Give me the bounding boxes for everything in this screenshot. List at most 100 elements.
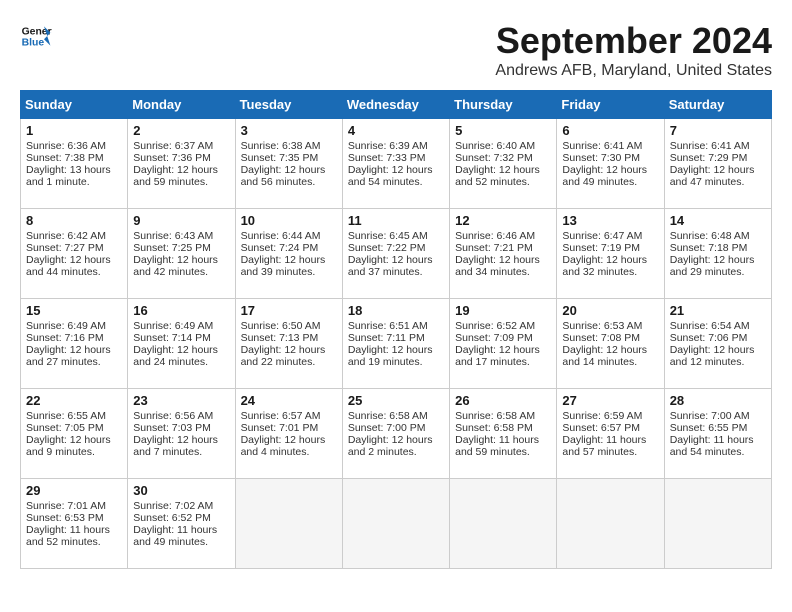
sunset: Sunset: 7:16 PM (26, 332, 104, 344)
empty-cell (235, 479, 342, 569)
sunrise: Sunrise: 6:45 AM (348, 230, 428, 242)
daylight: Daylight: 12 hours and 34 minutes. (455, 254, 540, 278)
daylight: Daylight: 12 hours and 4 minutes. (241, 434, 326, 458)
sunrise: Sunrise: 6:39 AM (348, 140, 428, 152)
day-cell-24: 24Sunrise: 6:57 AMSunset: 7:01 PMDayligh… (235, 389, 342, 479)
daylight: Daylight: 11 hours and 52 minutes. (26, 524, 110, 548)
sunrise: Sunrise: 6:50 AM (241, 320, 321, 332)
empty-cell (664, 479, 771, 569)
day-cell-12: 12Sunrise: 6:46 AMSunset: 7:21 PMDayligh… (450, 209, 557, 299)
sunset: Sunset: 7:22 PM (348, 242, 426, 254)
day-number: 25 (348, 393, 444, 408)
daylight: Daylight: 12 hours and 54 minutes. (348, 164, 433, 188)
day-cell-14: 14Sunrise: 6:48 AMSunset: 7:18 PMDayligh… (664, 209, 771, 299)
day-cell-7: 7Sunrise: 6:41 AMSunset: 7:29 PMDaylight… (664, 119, 771, 209)
day-number: 20 (562, 303, 658, 318)
week-row-3: 15Sunrise: 6:49 AMSunset: 7:16 PMDayligh… (21, 299, 772, 389)
day-cell-5: 5Sunrise: 6:40 AMSunset: 7:32 PMDaylight… (450, 119, 557, 209)
sunset: Sunset: 7:25 PM (133, 242, 211, 254)
sunset: Sunset: 7:35 PM (241, 152, 319, 164)
day-cell-30: 30Sunrise: 7:02 AMSunset: 6:52 PMDayligh… (128, 479, 235, 569)
sunset: Sunset: 7:05 PM (26, 422, 104, 434)
sunrise: Sunrise: 6:55 AM (26, 410, 106, 422)
day-header-saturday: Saturday (664, 91, 771, 119)
day-header-friday: Friday (557, 91, 664, 119)
sunset: Sunset: 7:18 PM (670, 242, 748, 254)
sunset: Sunset: 6:52 PM (133, 512, 211, 524)
day-number: 8 (26, 213, 122, 228)
daylight: Daylight: 12 hours and 32 minutes. (562, 254, 647, 278)
sunset: Sunset: 7:27 PM (26, 242, 104, 254)
sunset: Sunset: 7:38 PM (26, 152, 104, 164)
sunset: Sunset: 6:53 PM (26, 512, 104, 524)
daylight: Daylight: 12 hours and 17 minutes. (455, 344, 540, 368)
day-cell-10: 10Sunrise: 6:44 AMSunset: 7:24 PMDayligh… (235, 209, 342, 299)
day-number: 30 (133, 483, 229, 498)
daylight: Daylight: 12 hours and 42 minutes. (133, 254, 218, 278)
day-cell-3: 3Sunrise: 6:38 AMSunset: 7:35 PMDaylight… (235, 119, 342, 209)
day-number: 21 (670, 303, 766, 318)
week-row-2: 8 Sunrise: 6:42 AMSunset: 7:27 PM Daylight… (21, 209, 772, 299)
day-cell-16: 16Sunrise: 6:49 AMSunset: 7:14 PMDayligh… (128, 299, 235, 389)
day-number: 29 (26, 483, 122, 498)
sunrise: Sunrise: 6:42 AM (26, 230, 106, 242)
day-number: 23 (133, 393, 229, 408)
day-number: 14 (670, 213, 766, 228)
sunrise: Sunrise: 6:40 AM (455, 140, 535, 152)
day-number: 5 (455, 123, 551, 138)
day-number: 6 (562, 123, 658, 138)
daylight: Daylight: 12 hours and 37 minutes. (348, 254, 433, 278)
sunset: Sunset: 7:24 PM (241, 242, 319, 254)
sunrise: Sunrise: 6:56 AM (133, 410, 213, 422)
week-row-1: 1 Sunrise: 6:36 AMSunset: 7:38 PM Daylight… (21, 119, 772, 209)
sunrise: Sunrise: 6:47 AM (562, 230, 642, 242)
day-cell-4: 4 Sunrise: 6:39 AMSunset: 7:33 PMDaylight… (342, 119, 449, 209)
sunrise: Sunrise: 7:01 AM (26, 500, 106, 512)
sunset: Sunset: 6:55 PM (670, 422, 748, 434)
day-cell-1: 1Sunrise: 6:36 AMSunset: 7:38 PMDaylight… (21, 119, 128, 209)
day-number: 16 (133, 303, 229, 318)
day-number: 19 (455, 303, 551, 318)
day-number: 11 (348, 213, 444, 228)
sunrise: Sunrise: 6:49 AM (26, 320, 106, 332)
day-number: 13 (562, 213, 658, 228)
day-number: 10 (241, 213, 337, 228)
day-number: 4 (348, 123, 444, 138)
sunset: Sunset: 7:08 PM (562, 332, 640, 344)
logo: General Blue (20, 20, 52, 52)
day-number: 24 (241, 393, 337, 408)
sunrise: Sunrise: 6:49 AM (133, 320, 213, 332)
day-cell-13: 13Sunrise: 6:47 AMSunset: 7:19 PMDayligh… (557, 209, 664, 299)
day-cell-26: 26Sunrise: 6:58 AMSunset: 6:58 PMDayligh… (450, 389, 557, 479)
day-cell-17: 17Sunrise: 6:50 AMSunset: 7:13 PMDayligh… (235, 299, 342, 389)
daylight: Daylight: 12 hours and 7 minutes. (133, 434, 218, 458)
daylight: Daylight: 12 hours and 56 minutes. (241, 164, 326, 188)
day-header-sunday: Sunday (21, 91, 128, 119)
daylight: Daylight: 12 hours and 39 minutes. (241, 254, 326, 278)
sunrise: Sunrise: 6:58 AM (455, 410, 535, 422)
daylight: Daylight: 11 hours and 54 minutes. (670, 434, 754, 458)
sunrise: Sunrise: 6:36 AM (26, 140, 106, 152)
sunset: Sunset: 7:33 PM (348, 152, 426, 164)
day-cell-20: 20Sunrise: 6:53 AMSunset: 7:08 PMDayligh… (557, 299, 664, 389)
day-number: 1 (26, 123, 122, 138)
sunset: Sunset: 7:32 PM (455, 152, 533, 164)
sunrise: Sunrise: 6:57 AM (241, 410, 321, 422)
calendar-table: SundayMondayTuesdayWednesdayThursdayFrid… (20, 90, 772, 569)
sunrise: Sunrise: 7:02 AM (133, 500, 213, 512)
sunrise: Sunrise: 6:54 AM (670, 320, 750, 332)
day-cell-9: 9Sunrise: 6:43 AMSunset: 7:25 PMDaylight… (128, 209, 235, 299)
week-row-4: 22Sunrise: 6:55 AMSunset: 7:05 PMDayligh… (21, 389, 772, 479)
sunrise: Sunrise: 6:53 AM (562, 320, 642, 332)
daylight: Daylight: 12 hours and 12 minutes. (670, 344, 755, 368)
day-number: 3 (241, 123, 337, 138)
day-cell-19: 19Sunrise: 6:52 AMSunset: 7:09 PMDayligh… (450, 299, 557, 389)
svg-text:Blue: Blue (22, 38, 45, 49)
daylight: Daylight: 12 hours and 22 minutes. (241, 344, 326, 368)
day-cell-23: 23Sunrise: 6:56 AMSunset: 7:03 PMDayligh… (128, 389, 235, 479)
day-cell-2: 2Sunrise: 6:37 AMSunset: 7:36 PMDaylight… (128, 119, 235, 209)
sunrise: Sunrise: 6:46 AM (455, 230, 535, 242)
day-number: 9 (133, 213, 229, 228)
day-number: 7 (670, 123, 766, 138)
sunrise: Sunrise: 6:41 AM (670, 140, 750, 152)
